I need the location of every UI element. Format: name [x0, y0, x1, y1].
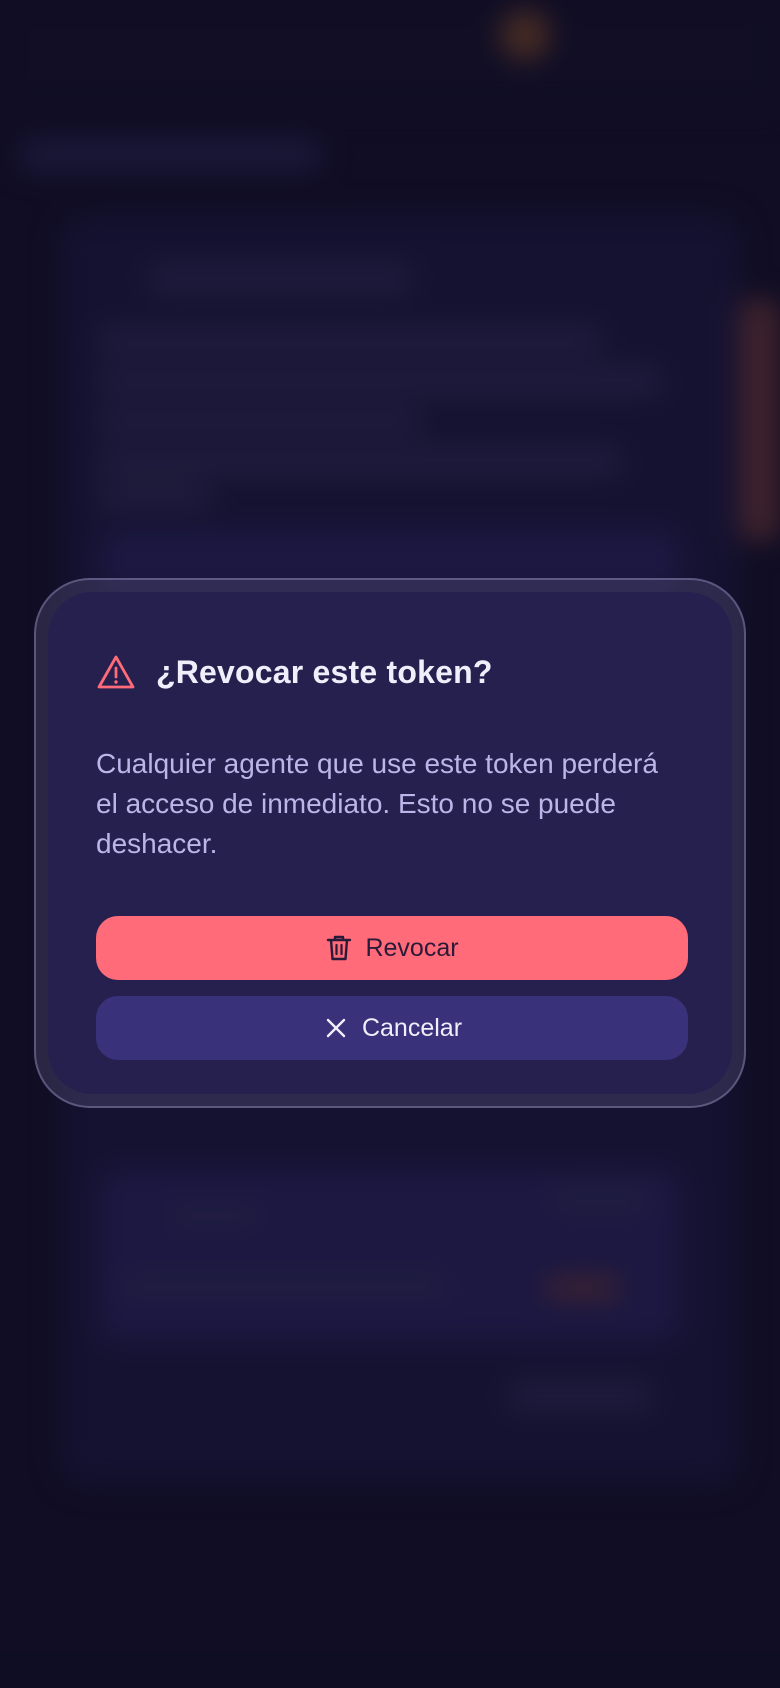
dialog-title: ¿Revocar este token?	[156, 653, 493, 690]
warning-icon	[96, 652, 136, 692]
screen: ¿Revocar este token? Cualquier agente qu…	[0, 0, 780, 1688]
revoke-token-dialog: ¿Revocar este token? Cualquier agente qu…	[48, 592, 732, 1094]
dialog-message: Cualquier agente que use este token perd…	[96, 748, 658, 859]
close-icon	[322, 1014, 350, 1042]
cancel-button[interactable]: Cancelar	[96, 996, 688, 1060]
dialog-header: ¿Revocar este token?	[96, 642, 684, 702]
trash-icon	[325, 934, 353, 962]
dialog-frame: ¿Revocar este token? Cualquier agente qu…	[34, 578, 746, 1108]
cancel-button-label: Cancelar	[361, 1013, 463, 1042]
revoke-button[interactable]: Revocar	[96, 916, 688, 980]
revoke-button-label: Revocar	[365, 933, 459, 962]
